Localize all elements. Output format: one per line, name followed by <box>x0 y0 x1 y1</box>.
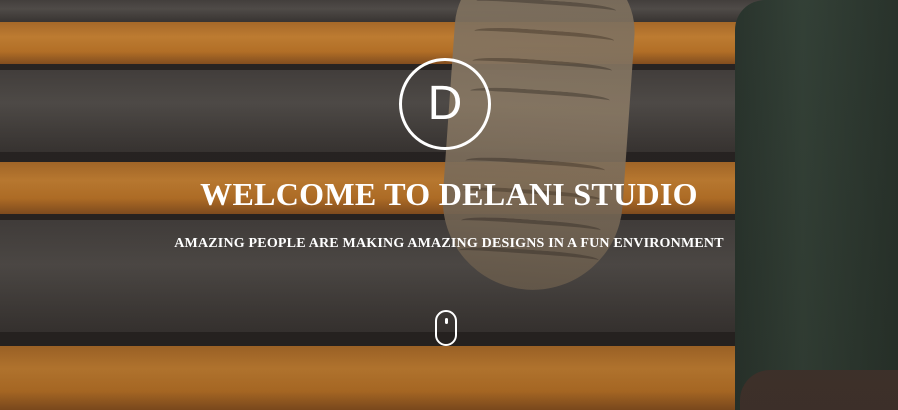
hero-section: D WELCOME TO DELANI STUDIO AMAZING PEOPL… <box>0 0 898 410</box>
hero-title: WELCOME TO DELANI STUDIO <box>200 176 698 212</box>
hero-subtitle: AMAZING PEOPLE ARE MAKING AMAZING DESIGN… <box>174 236 724 251</box>
hero-content: D WELCOME TO DELANI STUDIO AMAZING PEOPL… <box>0 0 898 410</box>
logo-letter: D <box>427 77 463 130</box>
logo[interactable]: D <box>399 58 491 150</box>
scroll-wheel-dot <box>445 318 448 324</box>
mouse-scroll-icon[interactable] <box>435 310 457 346</box>
